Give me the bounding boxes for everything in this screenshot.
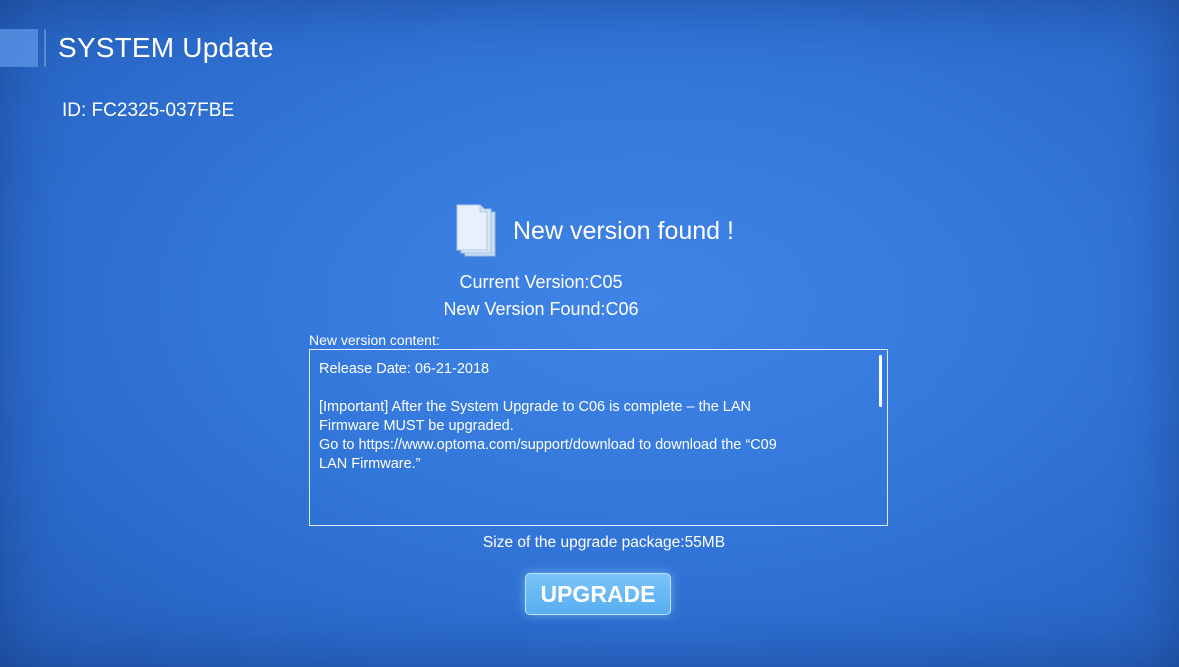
content-label: New version content: (309, 332, 440, 348)
title-bar: SYSTEM Update (0, 28, 274, 68)
new-version-banner: New version found ! (455, 204, 734, 258)
new-version-found-title: New version found ! (513, 216, 734, 245)
page-title: SYSTEM Update (58, 32, 274, 63)
new-version: New Version Found:C06 (443, 299, 639, 319)
document-icon (456, 204, 496, 257)
title-accent-block (0, 29, 38, 67)
upgrade-button[interactable]: UPGRADE (525, 573, 671, 615)
current-version: Current Version:C05 (459, 272, 623, 292)
package-size: Size of the upgrade package:55MB (482, 534, 726, 551)
device-id: ID: FC2325-037FBE (62, 100, 235, 121)
release-notes-box[interactable]: Release Date: 06-21-2018 [Important] Aft… (309, 349, 888, 526)
release-notes-scrollbar[interactable] (879, 355, 882, 407)
release-notes-text: Release Date: 06-21-2018 [Important] Aft… (319, 361, 777, 472)
title-divider (44, 29, 46, 67)
